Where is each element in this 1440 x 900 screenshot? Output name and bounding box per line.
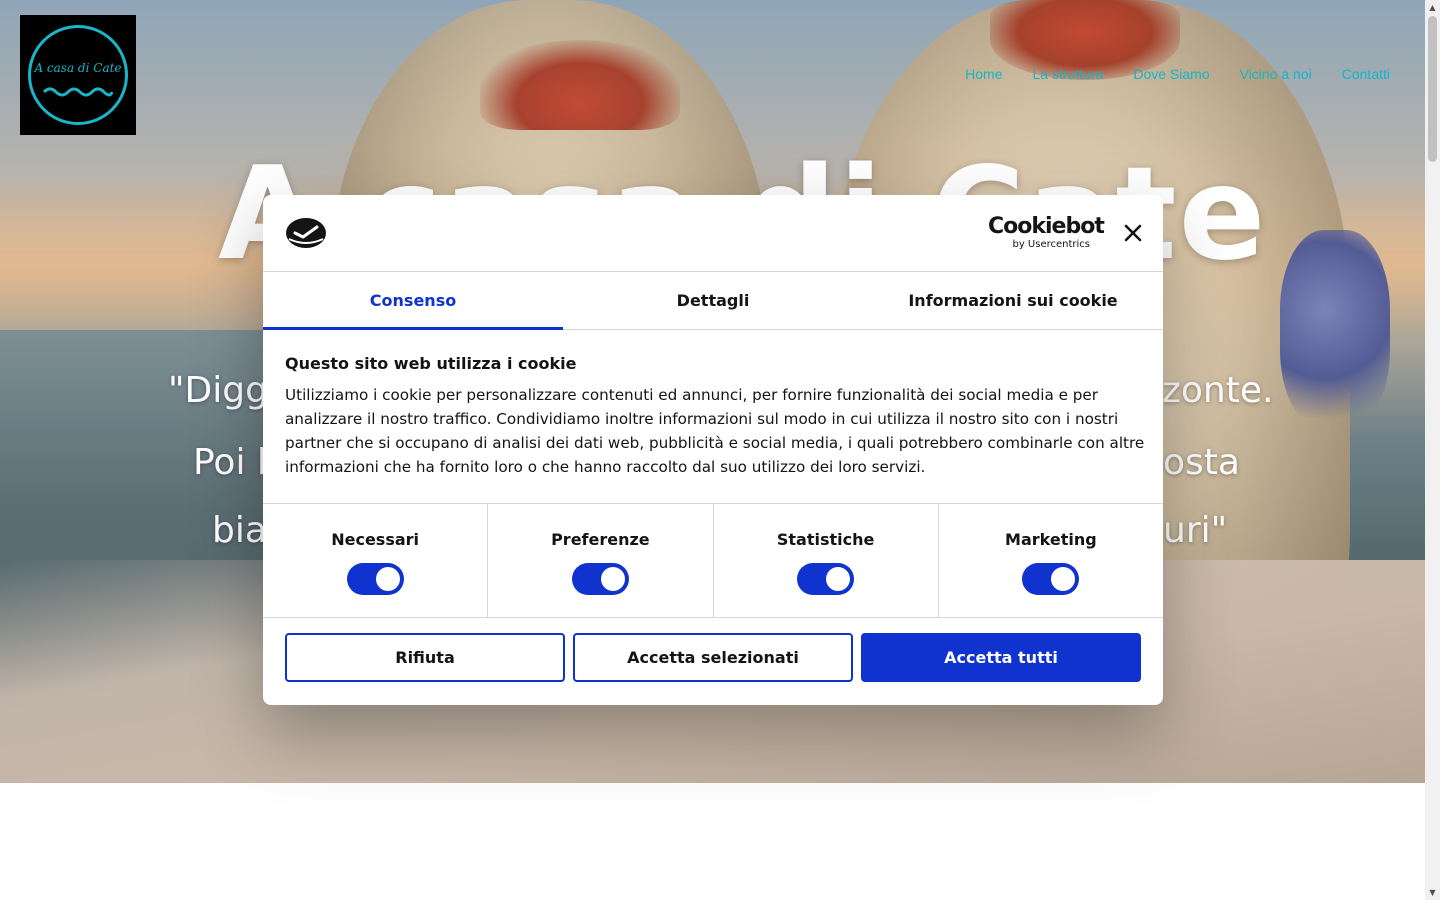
toggle-knob bbox=[826, 567, 851, 591]
hero-quote-line: uri" bbox=[1163, 510, 1228, 551]
toggle-label: Necessari bbox=[331, 530, 420, 549]
toggle-marketing[interactable] bbox=[1022, 563, 1080, 595]
cookiebot-brand-sub: by Usercentrics bbox=[1012, 239, 1090, 250]
tab-informazioni-sui-cookie[interactable]: Informazioni sui cookie bbox=[863, 272, 1163, 329]
toggle-cell-preferenze: Preferenze bbox=[488, 504, 714, 617]
toggle-necessari[interactable] bbox=[346, 563, 404, 595]
dialog-heading: Questo sito web utilizza i cookie bbox=[285, 354, 577, 373]
toggle-cell-necessari: Necessari bbox=[263, 504, 489, 617]
dialog-header: Cookiebot by Usercentrics bbox=[263, 195, 1163, 272]
toggle-label: Preferenze bbox=[551, 530, 650, 549]
scroll-up-arrow-icon[interactable]: ▲ bbox=[1425, 0, 1440, 15]
accept-all-button[interactable]: Accetta tutti bbox=[861, 633, 1141, 682]
hero-quote-line: osta bbox=[1163, 442, 1240, 483]
accept-selected-button[interactable]: Accetta selezionati bbox=[573, 633, 853, 682]
consent-toggles: Necessari Preferenze Statistiche Marketi… bbox=[263, 503, 1163, 618]
toggle-cell-marketing: Marketing bbox=[939, 504, 1163, 617]
dialog-actions: Rifiuta Accetta selezionati Accetta tutt… bbox=[285, 633, 1141, 682]
toggle-preferenze[interactable] bbox=[571, 563, 629, 595]
toggle-statistiche[interactable] bbox=[797, 563, 855, 595]
tab-consenso[interactable]: Consenso bbox=[263, 272, 563, 330]
nav-item-contatti[interactable]: Contatti bbox=[1342, 66, 1390, 82]
cookiebot-logo-icon bbox=[286, 218, 326, 248]
waves-icon bbox=[42, 87, 114, 97]
cookiebot-brand: Cookiebot by Usercentrics bbox=[988, 214, 1105, 251]
reject-button[interactable]: Rifiuta bbox=[285, 633, 565, 682]
nav-item-dove-siamo[interactable]: Dove Siamo bbox=[1133, 66, 1209, 82]
cookie-consent-dialog: Cookiebot by Usercentrics Consenso Detta… bbox=[263, 195, 1163, 705]
scrollbar-thumb[interactable] bbox=[1428, 16, 1437, 162]
logo-ring bbox=[28, 25, 128, 125]
page-scrollbar[interactable]: ▲ ▼ bbox=[1425, 0, 1440, 900]
toggle-knob bbox=[375, 567, 400, 591]
cookiebot-brand-main: Cookiebot bbox=[988, 214, 1105, 239]
logo-text: A casa di Cate bbox=[34, 61, 122, 75]
hero-quote-line: zonte. bbox=[1162, 370, 1274, 411]
toggle-knob bbox=[1051, 567, 1076, 591]
toggle-knob bbox=[600, 567, 625, 591]
page: A casa di Cate "Digg zonte. Poi l osta b… bbox=[0, 0, 1440, 900]
dialog-description: Utilizziamo i cookie per personalizzare … bbox=[285, 386, 1145, 476]
scroll-down-arrow-icon[interactable]: ▼ bbox=[1425, 885, 1440, 900]
dialog-body: Questo sito web utilizza i cookie Utiliz… bbox=[285, 353, 1145, 479]
hero-quote-line: Poi l bbox=[193, 442, 267, 483]
site-logo[interactable]: A casa di Cate bbox=[20, 15, 136, 135]
toggle-cell-statistiche: Statistiche bbox=[714, 504, 939, 617]
toggle-label: Statistiche bbox=[776, 530, 875, 549]
hero-grapes bbox=[1280, 230, 1390, 430]
hero-quote-line: bia bbox=[212, 510, 267, 551]
close-icon[interactable] bbox=[1122, 222, 1144, 244]
nav-item-vicino-a-noi[interactable]: Vicino a noi bbox=[1240, 66, 1312, 82]
tab-dettagli[interactable]: Dettagli bbox=[563, 272, 863, 329]
nav-item-home[interactable]: Home bbox=[965, 66, 1002, 82]
hero-crown-left bbox=[480, 40, 680, 130]
toggle-label: Marketing bbox=[1005, 530, 1097, 549]
hero-quote-line: "Digg bbox=[168, 370, 268, 411]
dialog-tabs: Consenso Dettagli Informazioni sui cooki… bbox=[263, 272, 1163, 330]
nav-item-la-struttura[interactable]: La struttura bbox=[1033, 66, 1104, 82]
main-nav: Home La struttura Dove Siamo Vicino a no… bbox=[965, 66, 1390, 82]
